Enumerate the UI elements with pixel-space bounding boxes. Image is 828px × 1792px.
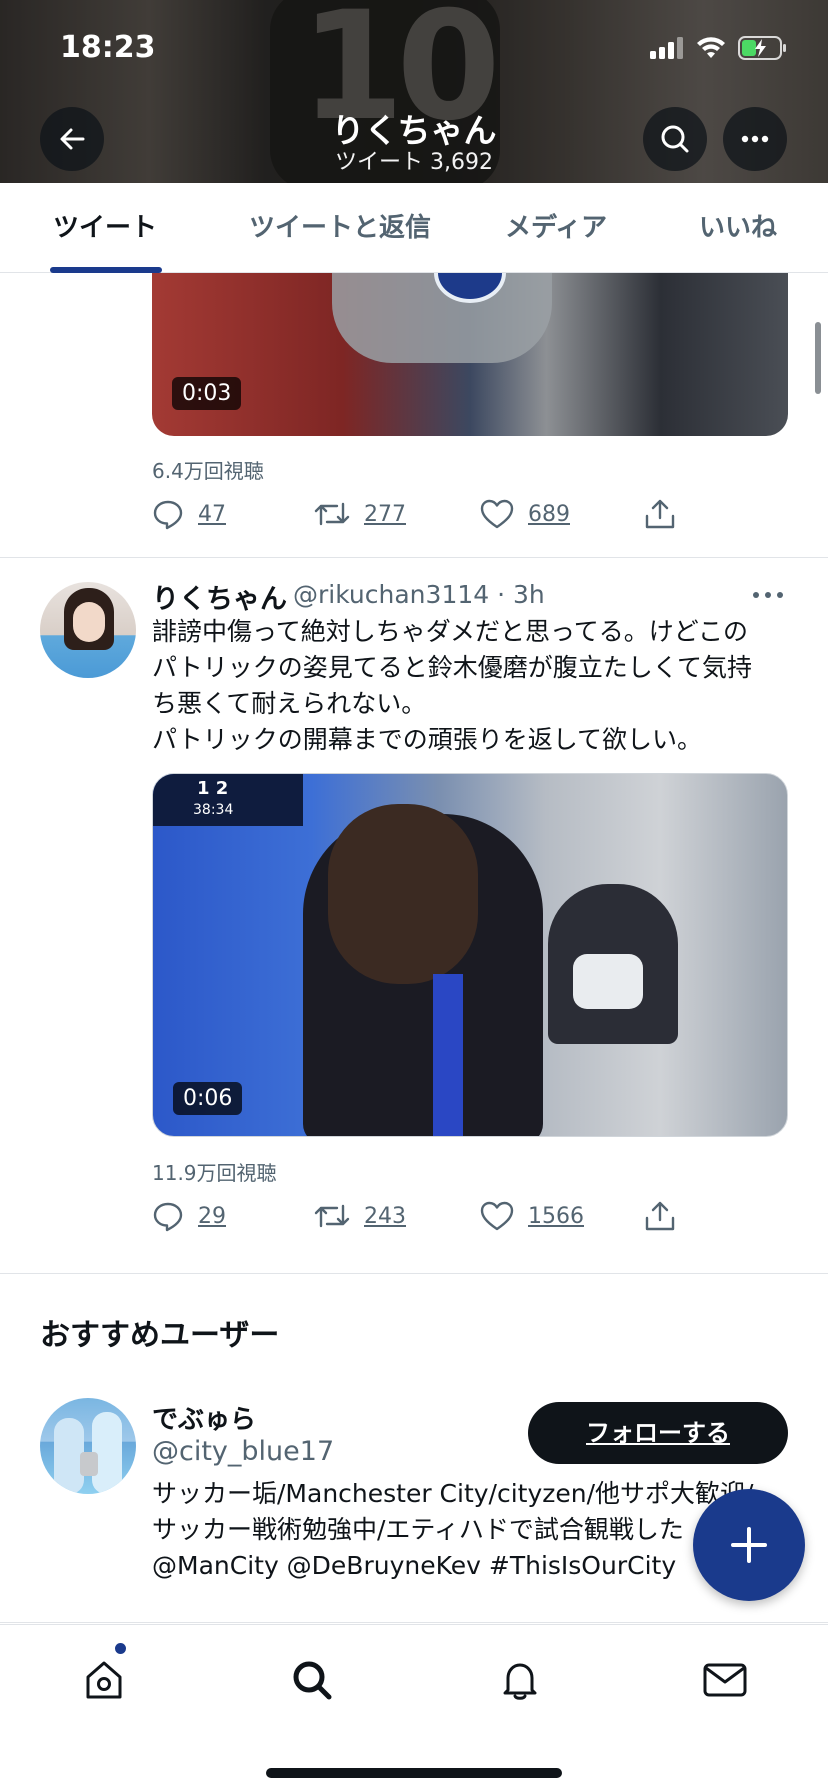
like-count: 1566	[528, 1203, 584, 1229]
compose-tweet-button[interactable]	[693, 1489, 805, 1601]
share-button[interactable]	[644, 1196, 676, 1236]
video-duration: 0:03	[172, 377, 242, 410]
search-icon	[661, 125, 689, 153]
scoreboard-clock: 38:34	[193, 802, 234, 818]
follow-button[interactable]: フォローする	[528, 1402, 788, 1464]
tweet-video-thumbnail[interactable]: 1 2 38:34 0:06	[152, 773, 788, 1137]
search-icon	[293, 1661, 332, 1700]
battery-charging-icon	[738, 36, 786, 60]
mail-icon	[703, 1663, 747, 1697]
tab-tweets-and-replies[interactable]: ツイートと返信	[249, 183, 431, 273]
tab-media[interactable]: メディア	[505, 183, 607, 273]
recommended-user-name[interactable]: でぶゅら	[152, 1399, 256, 1436]
scrollbar[interactable]	[815, 322, 821, 394]
like-count: 689	[528, 501, 570, 527]
retweet-icon	[314, 502, 350, 526]
avatar[interactable]	[40, 582, 136, 678]
home-icon	[86, 1661, 122, 1699]
tweet-more-button[interactable]	[752, 582, 788, 608]
tweet-actions: 29 243 1566	[152, 1196, 692, 1236]
plus-icon	[731, 1527, 767, 1563]
recommended-users-title: おすすめユーザー	[40, 1318, 280, 1353]
cellular-signal-icon	[650, 37, 683, 59]
nav-home[interactable]	[79, 1655, 129, 1705]
divider	[0, 557, 828, 558]
share-button[interactable]	[644, 494, 676, 534]
active-tab-indicator	[50, 267, 162, 273]
retweet-button[interactable]: 243	[314, 1196, 406, 1236]
more-options-button[interactable]	[723, 107, 787, 171]
video-duration: 0:06	[173, 1082, 243, 1115]
wifi-icon	[697, 37, 725, 58]
tweet-author-handle[interactable]: @rikuchan3114 · 3h	[293, 580, 545, 609]
nav-messages[interactable]	[700, 1655, 750, 1705]
avatar[interactable]	[40, 1398, 136, 1494]
bottom-navigation	[0, 1624, 828, 1792]
like-button[interactable]: 689	[480, 494, 570, 534]
notification-dot	[115, 1643, 126, 1654]
profile-tabs: ツイート ツイートと返信 メディア いいね	[0, 183, 828, 273]
tweet-video-thumbnail[interactable]: 0:03	[152, 273, 788, 436]
retweet-button[interactable]: 277	[314, 494, 406, 534]
reply-icon	[153, 1202, 183, 1232]
view-count: 6.4万回視聴	[152, 459, 264, 483]
search-button[interactable]	[643, 107, 707, 171]
reply-count: 47	[198, 501, 226, 527]
ellipsis-icon	[753, 592, 783, 598]
share-icon	[645, 1201, 675, 1231]
heart-icon	[480, 499, 514, 529]
tweet-text: 誹謗中傷って絶対しちゃダメだと思ってる。けどこの パトリックの姿見てると鈴木優磨…	[152, 617, 753, 754]
ellipsis-icon	[741, 135, 769, 143]
view-count: 11.9万回視聴	[152, 1161, 277, 1185]
retweet-count: 277	[364, 501, 406, 527]
reply-icon	[153, 500, 183, 530]
reply-count: 29	[198, 1203, 226, 1229]
heart-icon	[480, 1201, 514, 1231]
scoreboard-score: 1 2	[197, 778, 229, 799]
reply-button[interactable]: 29	[152, 1196, 226, 1236]
home-indicator[interactable]	[266, 1768, 562, 1778]
tab-likes[interactable]: いいね	[699, 183, 777, 273]
status-icons	[650, 36, 788, 60]
share-icon	[645, 499, 675, 529]
retweet-icon	[314, 1204, 350, 1228]
bell-icon	[503, 1663, 537, 1700]
nav-search[interactable]	[287, 1655, 337, 1705]
tab-tweets[interactable]: ツイート	[53, 183, 157, 273]
divider	[0, 1273, 828, 1274]
like-button[interactable]: 1566	[480, 1196, 584, 1236]
status-time: 18:23	[60, 30, 156, 65]
retweet-count: 243	[364, 1203, 406, 1229]
tweet-author-name[interactable]: りくちゃん	[152, 577, 287, 616]
tweet-actions: 47 277 689	[152, 494, 692, 534]
reply-button[interactable]: 47	[152, 494, 226, 534]
recommended-user-handle[interactable]: @city_blue17	[152, 1436, 334, 1467]
nav-notifications[interactable]	[495, 1655, 545, 1705]
divider	[0, 1622, 828, 1623]
